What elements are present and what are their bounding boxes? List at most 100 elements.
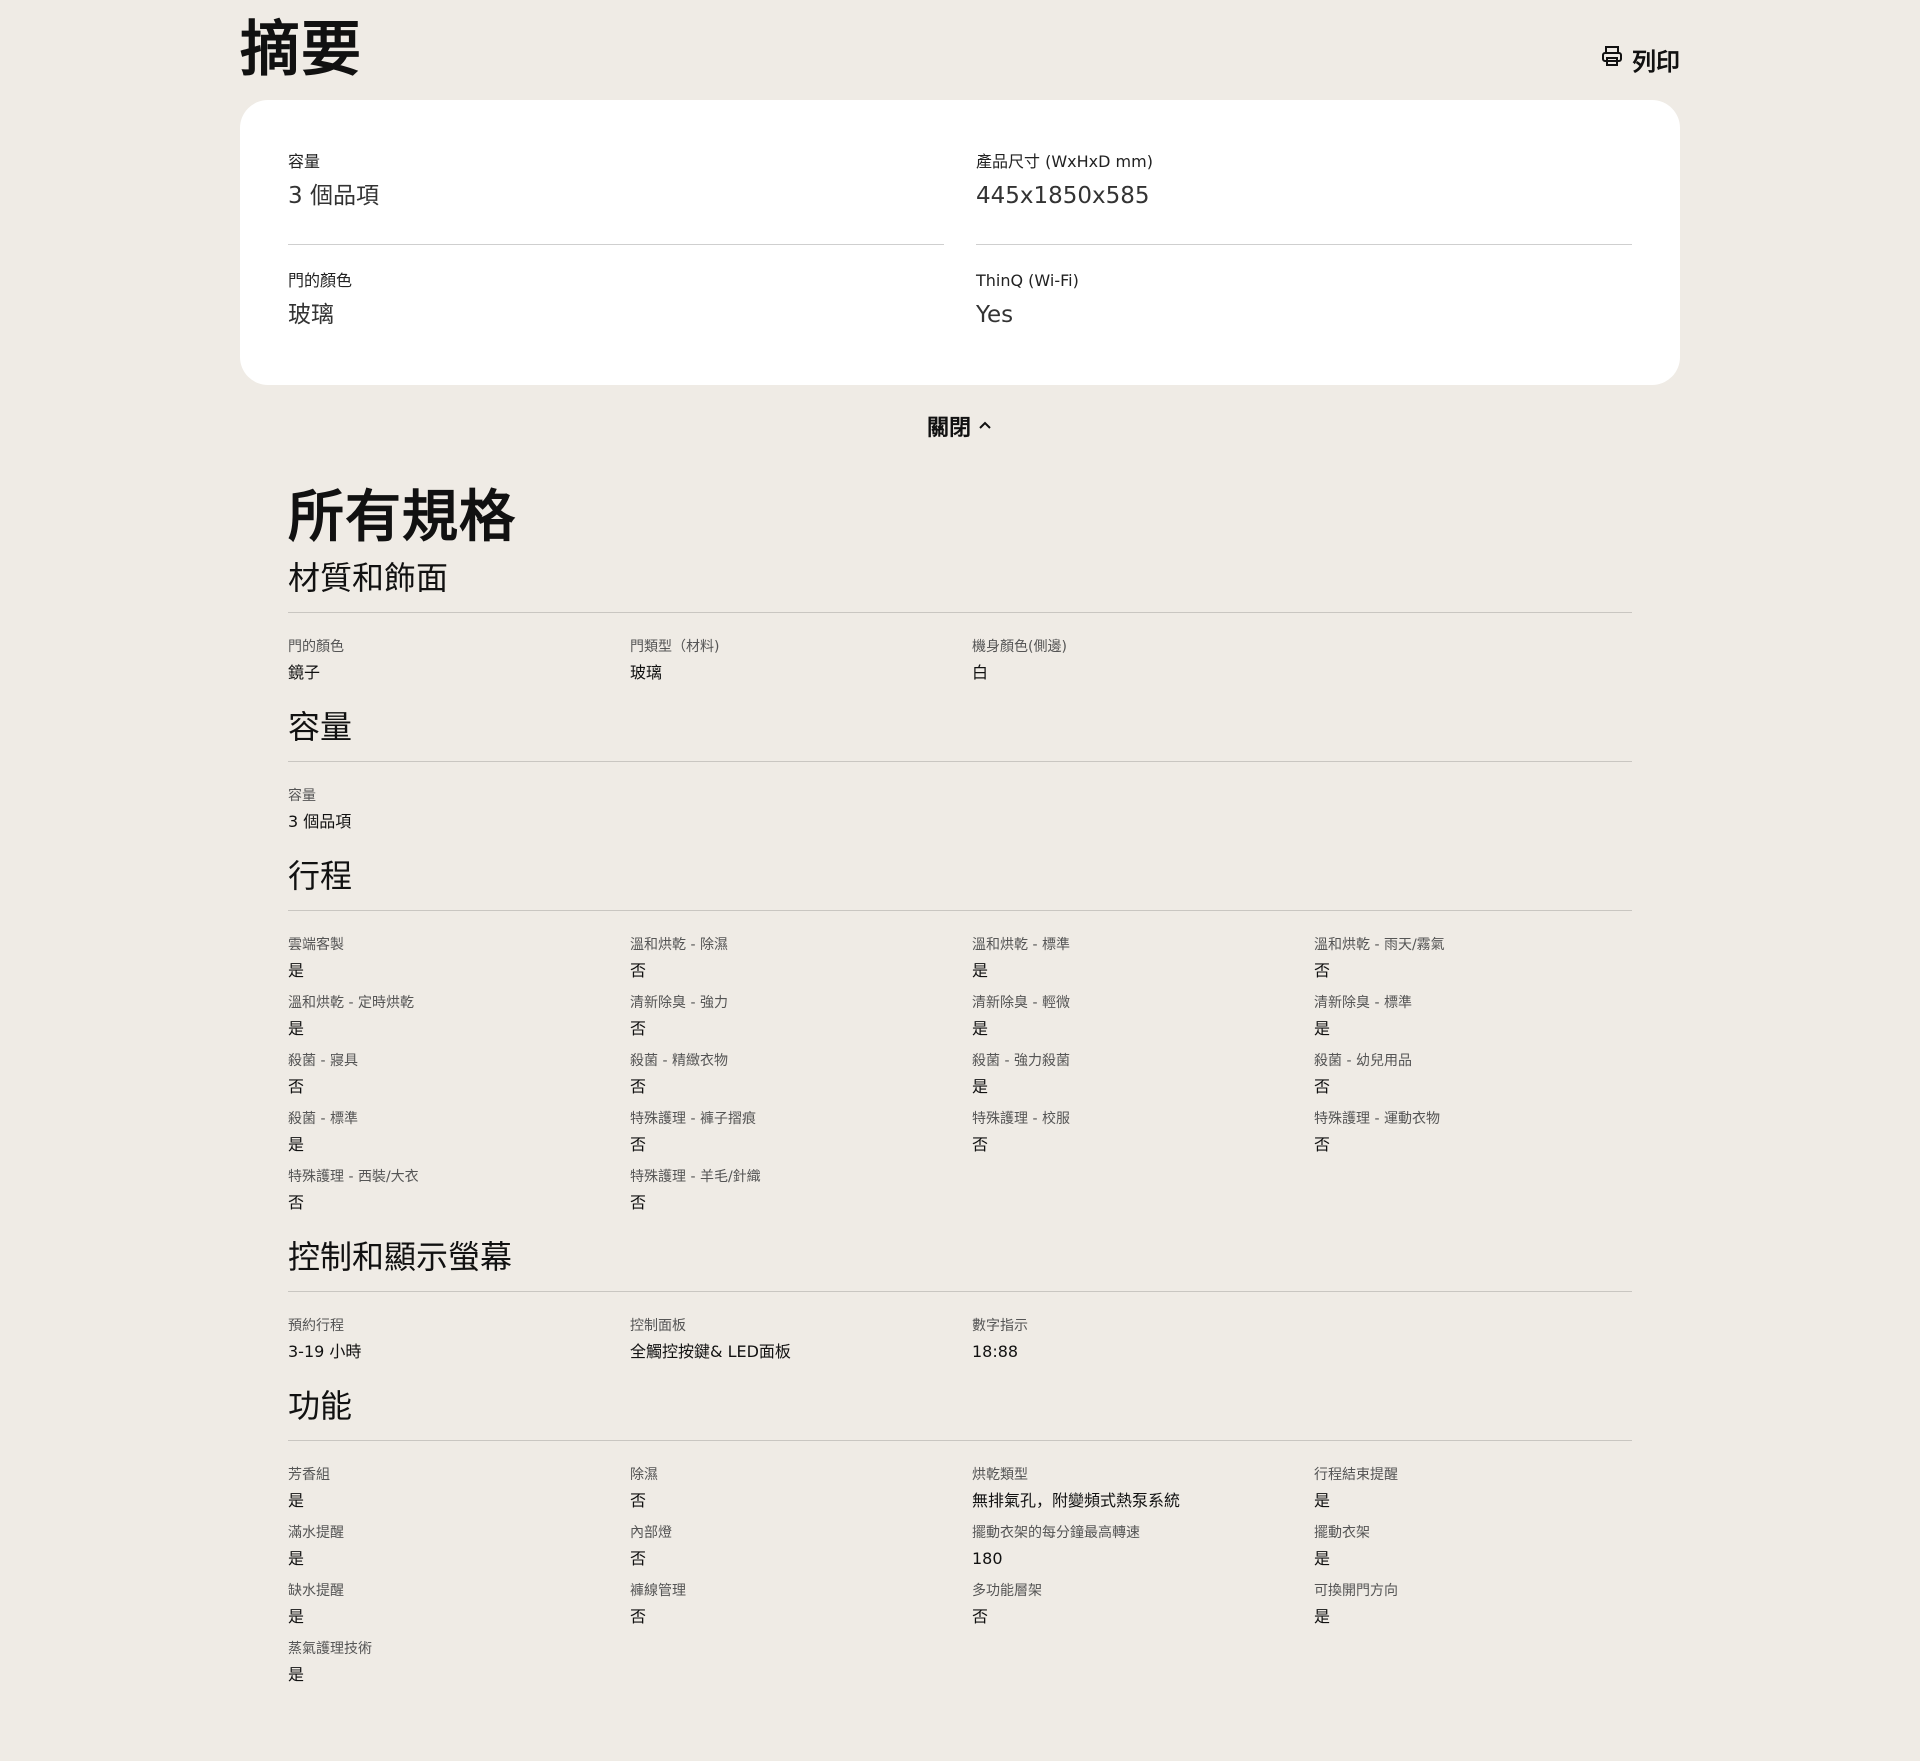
- spec-value: 是: [288, 1019, 305, 1038]
- spec-item: 蒸氣護理技術是: [288, 1639, 630, 1697]
- spec-label: 溫和烘乾 - 定時烘乾: [288, 995, 414, 1011]
- spec-item: 清新除臭 - 標準是: [1314, 993, 1632, 1051]
- spec-section: 控制和顯示螢幕 預約行程 3-19 小時 控制面板 全觸控按鍵& LED面板 數字指示 18…: [288, 1235, 1632, 1374]
- summary-item-value: Yes: [976, 302, 1014, 328]
- spec-value: 否: [1314, 961, 1331, 980]
- summary-item: 容量 3 個品項: [288, 152, 944, 245]
- spec-label: 多功能層架: [972, 1583, 1042, 1599]
- spec-value: 否: [630, 1077, 647, 1096]
- spec-value: 否: [1314, 1135, 1331, 1154]
- specs-title: 所有規格: [288, 485, 516, 550]
- spec-item: 烘乾類型 無排氣孔，附變頻式熱泵系統: [972, 1465, 1314, 1523]
- close-label: 關閉: [926, 416, 971, 441]
- spec-item: 殺菌 - 寢具否: [288, 1051, 630, 1109]
- spec-grid: 預約行程 3-19 小時 控制面板 全觸控按鍵& LED面板 數字指示 18:88: [288, 1292, 1632, 1374]
- spec-item: 溫和烘乾 - 定時烘乾是: [288, 993, 630, 1051]
- spec-value: 是: [972, 1077, 989, 1096]
- spec-value: 是: [288, 1135, 305, 1154]
- spec-label: 擺動衣架: [1314, 1525, 1370, 1541]
- spec-item: 特殊護理 - 校服否: [972, 1109, 1314, 1167]
- spec-value: 是: [1314, 1019, 1331, 1038]
- spec-value: 否: [630, 1607, 647, 1626]
- spec-value: 是: [288, 1491, 305, 1510]
- close-summary-button[interactable]: 關閉: [0, 408, 1920, 444]
- spec-label: 蒸氣護理技術: [288, 1641, 372, 1657]
- spec-section-title: 材質和飾面: [288, 556, 1632, 613]
- spec-item: 容量 3 個品項: [288, 786, 630, 844]
- spec-label: 雲端客製: [288, 937, 344, 953]
- spec-label: 可換開門方向: [1314, 1583, 1398, 1599]
- summary-item-value: 445x1850x585: [976, 183, 1150, 209]
- spec-value: 否: [288, 1077, 305, 1096]
- printer-icon: [1600, 44, 1624, 74]
- spec-label: 機身顏色(側邊): [972, 639, 1067, 655]
- spec-label: 烘乾類型: [972, 1467, 1028, 1483]
- spec-label: 特殊護理 - 羊毛/針織: [630, 1169, 761, 1185]
- spec-value: 是: [972, 961, 989, 980]
- spec-label: 特殊護理 - 西裝/大衣: [288, 1169, 419, 1185]
- spec-label: 清新除臭 - 標準: [1314, 995, 1412, 1011]
- spec-item: 殺菌 - 標準是: [288, 1109, 630, 1167]
- spec-label: 清新除臭 - 輕微: [972, 995, 1070, 1011]
- spec-label: 溫和烘乾 - 雨天/霧氣: [1314, 937, 1445, 953]
- summary-item: 產品尺寸 (WxHxD mm) 445x1850x585: [976, 152, 1632, 245]
- spec-item: 溫和烘乾 - 除濕否: [630, 935, 972, 993]
- spec-label: 除濕: [630, 1467, 658, 1483]
- spec-section-title: 功能: [288, 1384, 1632, 1441]
- spec-value: 是: [972, 1019, 989, 1038]
- spec-label: 容量: [288, 788, 316, 804]
- spec-item: 多功能層架否: [972, 1581, 1314, 1639]
- spec-item: 滿水提醒是: [288, 1523, 630, 1581]
- spec-label: 內部燈: [630, 1525, 672, 1541]
- spec-value: 是: [288, 1665, 305, 1684]
- summary-item-value: 玻璃: [288, 302, 334, 328]
- spec-item: 機身顏色(側邊) 白: [972, 637, 1314, 695]
- spec-label: 溫和烘乾 - 標準: [972, 937, 1070, 953]
- all-specs: 所有規格 材質和飾面 門的顏色 鏡子 門類型（材料) 玻璃 機身顏色(側邊) 白容量 容量 3 …: [288, 480, 1632, 1697]
- spec-item: 門的顏色 鏡子: [288, 637, 630, 695]
- spec-item: 預約行程 3-19 小時: [288, 1316, 630, 1374]
- print-button[interactable]: 列印: [1600, 42, 1680, 76]
- spec-item: 特殊護理 - 褲子摺痕否: [630, 1109, 972, 1167]
- spec-label: 預約行程: [288, 1318, 344, 1334]
- spec-value: 否: [630, 1549, 647, 1568]
- spec-item: 擺動衣架是: [1314, 1523, 1632, 1581]
- spec-value: 否: [972, 1135, 989, 1154]
- spec-section: 容量 容量 3 個品項: [288, 705, 1632, 844]
- spec-item: 特殊護理 - 羊毛/針織否: [630, 1167, 972, 1225]
- spec-grid: 容量 3 個品項: [288, 762, 1632, 844]
- summary-title: 摘要: [240, 15, 362, 85]
- spec-value: 全觸控按鍵& LED面板: [630, 1342, 791, 1361]
- spec-label: 特殊護理 - 褲子摺痕: [630, 1111, 756, 1127]
- spec-value: 3 個品項: [288, 812, 352, 831]
- spec-label: 門的顏色: [288, 639, 344, 655]
- spec-value: 否: [630, 1019, 647, 1038]
- spec-item: 特殊護理 - 運動衣物否: [1314, 1109, 1632, 1167]
- summary-item-label: ThinQ (Wi-Fi): [976, 271, 1079, 290]
- spec-grid: 門的顏色 鏡子 門類型（材料) 玻璃 機身顏色(側邊) 白: [288, 613, 1632, 695]
- spec-item: 清新除臭 - 輕微是: [972, 993, 1314, 1051]
- spec-item: 數字指示 18:88: [972, 1316, 1314, 1374]
- summary-item-label: 產品尺寸 (WxHxD mm): [976, 152, 1153, 171]
- spec-value: 否: [630, 1135, 647, 1154]
- spec-value: 是: [1314, 1491, 1331, 1510]
- spec-value: 18:88: [972, 1342, 1019, 1361]
- spec-item: 內部燈否: [630, 1523, 972, 1581]
- summary-card: 容量 3 個品項 產品尺寸 (WxHxD mm) 445x1850x585 門的…: [240, 100, 1680, 385]
- spec-item: 殺菌 - 幼兒用品否: [1314, 1051, 1632, 1109]
- spec-value: 否: [630, 961, 647, 980]
- spec-value: 3-19 小時: [288, 1342, 362, 1361]
- spec-section-title: 容量: [288, 705, 1632, 762]
- spec-value: 是: [1314, 1549, 1331, 1568]
- spec-item: 雲端客製是: [288, 935, 630, 993]
- summary-item-label: 門的顏色: [288, 271, 353, 290]
- spec-label: 特殊護理 - 運動衣物: [1314, 1111, 1440, 1127]
- spec-label: 殺菌 - 精緻衣物: [630, 1053, 728, 1069]
- spec-section: 功能 芳香組是除濕否烘乾類型 無排氣孔，附變頻式熱泵系統 行程結束提醒是滿水提醒是內部…: [288, 1384, 1632, 1697]
- spec-label: 褲線管理: [630, 1583, 686, 1599]
- spec-value: 否: [630, 1193, 647, 1212]
- spec-section-title: 控制和顯示螢幕: [288, 1235, 1632, 1292]
- summary-item: 門的顏色 玻璃: [288, 271, 944, 331]
- spec-label: 擺動衣架的每分鐘最高轉速: [972, 1525, 1140, 1541]
- spec-item: 溫和烘乾 - 標準是: [972, 935, 1314, 993]
